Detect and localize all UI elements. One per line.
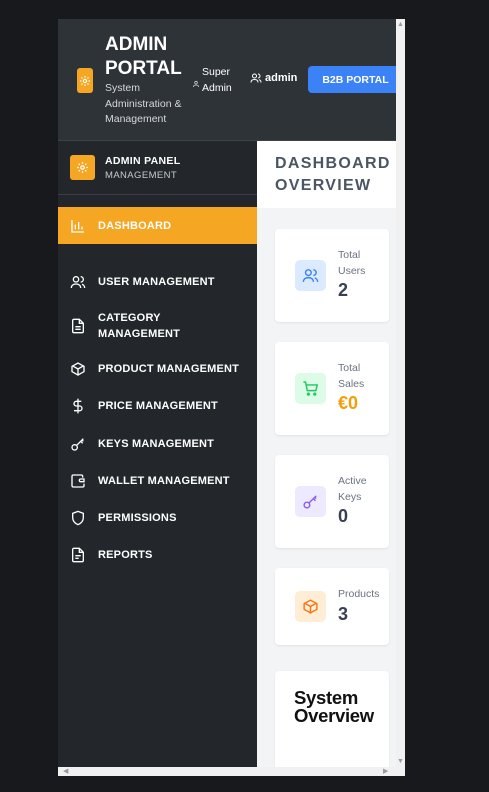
sidebar-item-permissions[interactable]: PERMISSIONS (58, 499, 257, 536)
stat-label: Active Keys (338, 475, 367, 503)
cart-icon (295, 373, 326, 404)
user-role: Super Admin (202, 66, 232, 94)
document-icon (58, 318, 98, 334)
users-icon (58, 274, 98, 290)
sidebar-title: ADMIN PANEL (105, 155, 181, 167)
sidebar-item-label: CATEGORY MANAGEMENT (98, 311, 181, 340)
sidebar-item-label: KEYS MANAGEMENT (98, 437, 215, 450)
key-icon (295, 486, 326, 517)
sidebar-subtitle: MANAGEMENT (105, 170, 178, 181)
sidebar-item-label: WALLET MANAGEMENT (98, 474, 230, 487)
gear-icon (70, 155, 95, 180)
box-icon (58, 361, 98, 377)
browser-frame: ADMIN PORTAL System Administration & Man… (58, 19, 405, 776)
username: admin (265, 72, 298, 84)
sidebar: ADMIN PANEL MANAGEMENT DASHBOARD USER MA… (58, 141, 257, 767)
stat-value: 3 (338, 604, 349, 624)
horizontal-scrollbar[interactable]: ◀ ▶ (58, 767, 405, 776)
user-icon (192, 75, 200, 93)
stat-card-total-sales[interactable]: Total Sales €0 (275, 342, 389, 435)
system-overview-card: System Overview (275, 671, 389, 767)
stat-label: Total Users (338, 249, 366, 277)
sidebar-item-product-management[interactable]: PRODUCT MANAGEMENT (58, 350, 257, 387)
bar-chart-icon (58, 218, 98, 234)
stat-label: Products (338, 588, 380, 600)
b2b-portal-button[interactable]: B2B PORTAL (308, 66, 396, 93)
sidebar-item-wallet-management[interactable]: WALLET MANAGEMENT (58, 462, 257, 499)
stat-card-products[interactable]: Products 3 (275, 568, 389, 645)
stat-card-active-keys[interactable]: Active Keys 0 (275, 455, 389, 548)
sidebar-item-label: PERMISSIONS (98, 511, 177, 524)
dollar-icon (58, 398, 98, 414)
users-icon (295, 260, 326, 291)
scroll-right-icon[interactable]: ▶ (383, 767, 388, 776)
wallet-icon (58, 473, 98, 489)
main-header: DASHBOARD OVERVIEW (257, 141, 396, 208)
sidebar-item-dashboard[interactable]: DASHBOARD (58, 207, 257, 244)
sidebar-item-label: USER MANAGEMENT (98, 275, 215, 288)
scroll-left-icon[interactable]: ◀ (63, 767, 68, 776)
sidebar-item-reports[interactable]: REPORTS (58, 536, 257, 573)
sidebar-item-price-management[interactable]: PRICE MANAGEMENT (58, 387, 257, 424)
vertical-scrollbar[interactable]: ▲ ▼ (396, 19, 405, 767)
sidebar-header: ADMIN PANEL MANAGEMENT (58, 141, 257, 195)
stat-label: Total Sales (338, 362, 365, 390)
stat-card-total-users[interactable]: Total Users 2 (275, 229, 389, 322)
sidebar-item-label: REPORTS (98, 548, 153, 561)
sidebar-item-user-management[interactable]: USER MANAGEMENT (58, 263, 257, 300)
page-title: DASHBOARD OVERVIEW (275, 155, 391, 194)
user-menu[interactable]: admin (250, 72, 297, 84)
users-icon (250, 73, 262, 83)
scroll-down-icon[interactable]: ▼ (397, 758, 404, 765)
section-title: System Overview (294, 687, 374, 726)
report-icon (58, 547, 98, 563)
sidebar-item-category-management[interactable]: CATEGORY MANAGEMENT (58, 307, 257, 344)
sidebar-item-label: PRODUCT MANAGEMENT (98, 362, 240, 375)
sidebar-item-label: PRICE MANAGEMENT (98, 399, 218, 412)
brand-subtitle: System Administration & Management (105, 82, 182, 125)
key-icon (58, 436, 98, 452)
stat-value: 0 (338, 506, 349, 526)
top-header: ADMIN PORTAL System Administration & Man… (58, 19, 396, 141)
stat-value: €0 (338, 393, 359, 413)
sidebar-item-keys-management[interactable]: KEYS MANAGEMENT (58, 425, 257, 462)
brand-title: ADMIN PORTAL (105, 34, 182, 79)
gear-icon (77, 68, 93, 93)
app-viewport: ADMIN PORTAL System Administration & Man… (58, 19, 396, 767)
stat-value: 2 (338, 280, 349, 300)
box-icon (295, 591, 326, 622)
scroll-up-icon[interactable]: ▲ (397, 21, 404, 28)
sidebar-item-label: DASHBOARD (98, 219, 172, 232)
shield-icon (58, 510, 98, 526)
